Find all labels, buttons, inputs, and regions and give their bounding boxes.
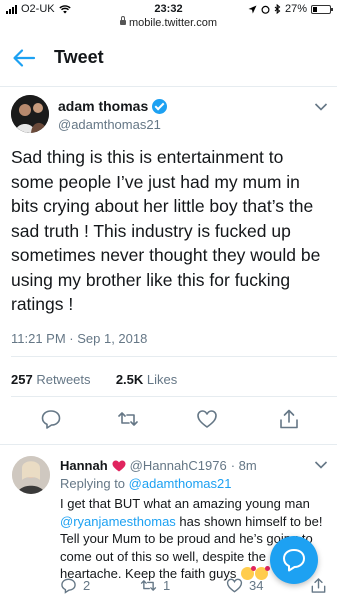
- likes-count: 2.5K: [115, 372, 144, 387]
- retweet-count: 1: [163, 578, 171, 593]
- divider: [11, 356, 337, 357]
- reply-icon[interactable]: [40, 408, 62, 430]
- reply-reply-button[interactable]: 2: [60, 577, 90, 594]
- reply-like-button[interactable]: 34: [226, 577, 263, 594]
- lock-icon: [119, 16, 126, 25]
- replying-to: Replying to @adamthomas21: [60, 476, 231, 491]
- reply-icon: [61, 578, 76, 594]
- reply-text-start: I get that BUT what an amazing young man: [60, 496, 310, 511]
- url-text: mobile.twitter.com: [128, 17, 218, 29]
- compose-fab-button[interactable]: [270, 536, 318, 584]
- page-header: Tweet: [0, 32, 337, 87]
- author-handle[interactable]: @adamthomas21: [58, 117, 161, 132]
- like-count: 34: [249, 578, 264, 593]
- likes-stat[interactable]: 2.5K Likes: [116, 372, 177, 387]
- share-icon[interactable]: [278, 408, 300, 430]
- back-arrow-icon[interactable]: [12, 48, 36, 68]
- like-heart-icon[interactable]: [196, 408, 218, 430]
- retweets-count: 257: [11, 372, 33, 387]
- replying-prefix: Replying to: [60, 476, 126, 491]
- reply-retweet-button[interactable]: 1: [140, 577, 170, 594]
- tweet-text: Sad thing is this is entertainment to so…: [11, 147, 321, 314]
- reply-author-name: Hannah: [60, 458, 108, 473]
- mention-link[interactable]: @ryanjamesthomas: [60, 514, 176, 529]
- reply-avatar[interactable]: [12, 456, 50, 494]
- retweets-label: Retweets: [36, 372, 91, 387]
- reply-author-handle: @HannahC1976: [129, 458, 227, 473]
- retweet-icon: [140, 580, 157, 591]
- divider: [11, 396, 337, 397]
- tweet-timestamp[interactable]: 11:21 PM · Sep 1, 2018: [11, 331, 147, 346]
- author-name-row[interactable]: adam thomas: [58, 98, 168, 114]
- bluetooth-icon: [274, 4, 281, 14]
- divider: [0, 444, 337, 445]
- chevron-down-icon[interactable]: [314, 460, 328, 470]
- replying-to-link[interactable]: @adamthomas21: [129, 476, 232, 491]
- battery-icon: [311, 4, 333, 14]
- retweets-stat[interactable]: 257 Retweets: [11, 372, 91, 387]
- status-bar: O2-UK 23:32 mobile.twitter.com 27%: [0, 0, 337, 32]
- status-right: 27%: [248, 3, 333, 15]
- reply-count: 2: [83, 578, 91, 593]
- reply-header[interactable]: Hannah @HannahC1976 · 8m: [60, 458, 257, 473]
- sparkling-heart-icon: [112, 460, 126, 471]
- likes-label: Likes: [146, 372, 178, 387]
- author-avatar[interactable]: [11, 95, 49, 133]
- message-bubble-icon: [283, 549, 305, 572]
- battery-fill: [313, 6, 317, 12]
- alarm-icon: [261, 5, 270, 14]
- chevron-down-icon[interactable]: [314, 102, 328, 112]
- page-title: Tweet: [54, 47, 104, 67]
- address-bar[interactable]: mobile.twitter.com: [0, 16, 337, 29]
- location-arrow-icon: [248, 5, 257, 13]
- reply-age: · 8m: [230, 458, 257, 473]
- reply-author-photo: [12, 456, 50, 494]
- verified-badge-icon: [152, 98, 168, 114]
- battery-percent: 27%: [284, 3, 307, 15]
- tweet-stats: 257 Retweets 2.5K Likes: [11, 372, 177, 387]
- author-photo: [11, 95, 49, 133]
- like-heart-icon: [226, 578, 243, 593]
- author-name: adam thomas: [58, 98, 149, 114]
- tweet-actions: [0, 408, 337, 432]
- retweet-icon[interactable]: [117, 408, 139, 430]
